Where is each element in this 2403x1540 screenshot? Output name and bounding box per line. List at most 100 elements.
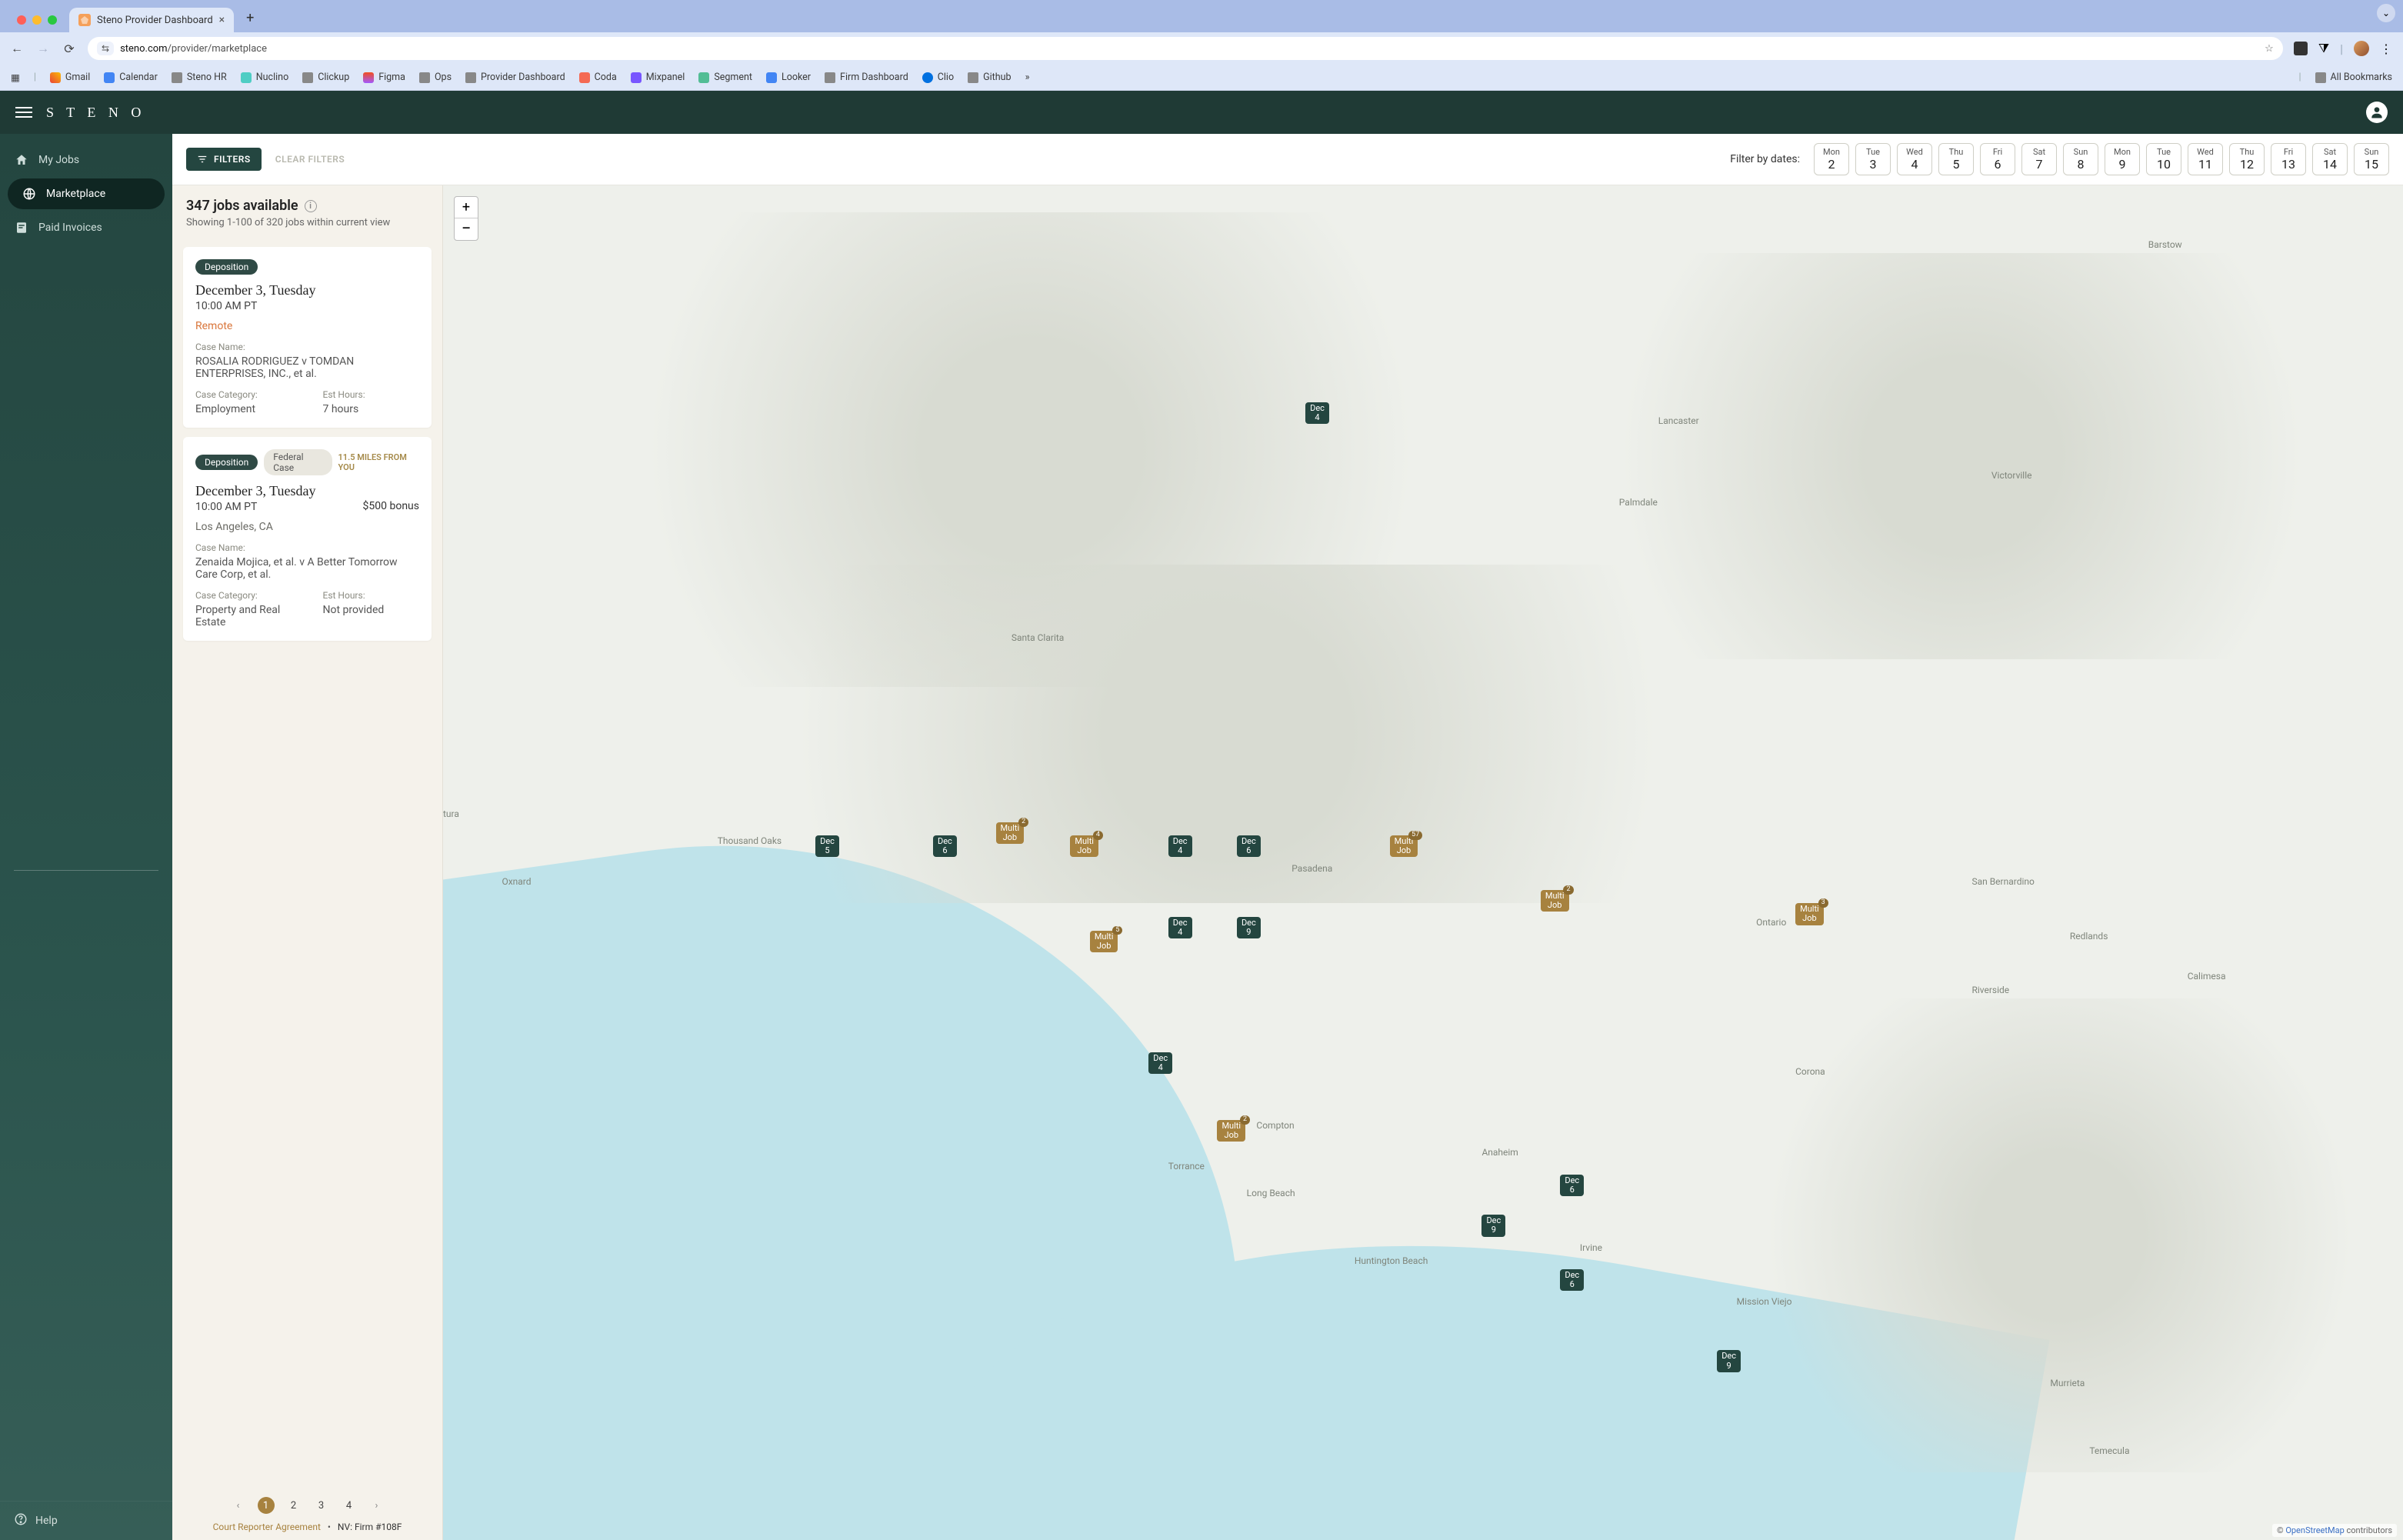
date-pill-12[interactable]: Thu12 [2229, 143, 2265, 175]
bookmark-figma[interactable]: Figma [363, 72, 405, 83]
site-info-icon[interactable]: ⇆ [97, 42, 114, 55]
pin-count-badge: 3 [1818, 898, 1828, 908]
bookmarks-overflow[interactable]: » [1025, 72, 1030, 83]
map-pin-multi-job[interactable]: MultiJob5 [1090, 931, 1118, 952]
bookmark-calendar[interactable]: Calendar [104, 72, 158, 83]
date-pill-5[interactable]: Thu5 [1938, 143, 1974, 175]
pager-page-4[interactable]: 4 [341, 1497, 358, 1514]
window-controls[interactable] [9, 15, 65, 32]
browser-toolbar: ← → ⟳ ⇆ steno.com/provider/marketplace ☆… [0, 32, 2403, 65]
extension-icon[interactable] [2294, 42, 2308, 55]
osm-link[interactable]: OpenStreetMap [2285, 1525, 2344, 1535]
map-pin-date[interactable]: Dec9 [1717, 1350, 1741, 1372]
chrome-menu-icon[interactable]: ⋮ [2380, 42, 2394, 56]
pager-prev[interactable]: ‹ [230, 1497, 247, 1514]
map-pin-multi-job[interactable]: MultiJob3 [1795, 903, 1824, 925]
info-icon[interactable]: i [305, 200, 317, 212]
bookmark-segment[interactable]: Segment [698, 72, 752, 83]
map-pin-multi-job[interactable]: MultiJob4 [1070, 835, 1098, 857]
bookmark-steno-hr[interactable]: Steno HR [172, 72, 227, 83]
date-pill-2[interactable]: Mon2 [1814, 143, 1849, 175]
map-pin-multi-job[interactable]: MultiJob2 [1541, 890, 1569, 912]
date-pill-9[interactable]: Mon9 [2105, 143, 2140, 175]
pager-next[interactable]: › [368, 1497, 385, 1514]
map-pin-date[interactable]: Dec6 [933, 835, 957, 857]
address-bar[interactable]: ⇆ steno.com/provider/marketplace ☆ [88, 37, 2283, 60]
account-icon[interactable] [2366, 102, 2388, 123]
all-bookmarks[interactable]: All Bookmarks [2315, 72, 2393, 83]
date-pill-10[interactable]: Tue10 [2146, 143, 2181, 175]
map-pin-date[interactable]: Dec5 [815, 835, 839, 857]
sidebar-item-my-jobs[interactable]: My Jobs [0, 145, 172, 175]
date-pill-3[interactable]: Tue3 [1855, 143, 1891, 175]
agreement-link[interactable]: Court Reporter Agreement [213, 1522, 321, 1532]
map-pane[interactable]: BarstowLancasterPalmdaleVictorvilleSanta… [443, 185, 2403, 1540]
back-button[interactable]: ← [9, 41, 25, 56]
forward-button: → [35, 41, 51, 56]
date-pill-14[interactable]: Sat14 [2312, 143, 2348, 175]
hours-value: 7 hours [323, 403, 420, 415]
date-pill-7[interactable]: Sat7 [2021, 143, 2057, 175]
date-pill-4[interactable]: Wed4 [1897, 143, 1932, 175]
bookmark-nuclino[interactable]: Nuclino [241, 72, 288, 83]
browser-tab[interactable]: Steno Provider Dashboard × [69, 8, 234, 32]
bookmark-looker[interactable]: Looker [766, 72, 811, 83]
zoom-out-button[interactable]: − [455, 218, 478, 240]
date-pill-8[interactable]: Sun8 [2063, 143, 2098, 175]
map-city-label: Calimesa [2188, 971, 2226, 982]
close-window-icon[interactable] [17, 15, 26, 25]
brand-logo[interactable]: S T E N O [46, 105, 145, 121]
map-pin-date[interactable]: Dec6 [1560, 1175, 1584, 1196]
sidebar-help[interactable]: Help [0, 1501, 172, 1540]
apps-grid-icon[interactable]: ▦ [11, 72, 20, 84]
bookmark-clio[interactable]: Clio [922, 72, 954, 83]
bookmark-star-icon[interactable]: ☆ [2265, 43, 2274, 55]
tab-close-icon[interactable]: × [219, 14, 225, 26]
date-pill-13[interactable]: Fri13 [2271, 143, 2306, 175]
date-pill-6[interactable]: Fri6 [1980, 143, 2015, 175]
bookmark-coda[interactable]: Coda [579, 72, 617, 83]
map-pin-date[interactable]: Dec9 [1481, 1215, 1505, 1236]
sidebar-item-paid-invoices[interactable]: Paid Invoices [0, 212, 172, 243]
filters-button[interactable]: FILTERS [186, 148, 262, 171]
map-pin-date[interactable]: Dec6 [1237, 835, 1261, 857]
map-pin-date[interactable]: Dec4 [1148, 1052, 1172, 1074]
card-list[interactable]: DepositionDecember 3, Tuesday10:00 AM PT… [172, 236, 442, 1488]
clear-filters-button[interactable]: CLEAR FILTERS [275, 154, 345, 165]
chip: Deposition [195, 455, 258, 470]
map-pin-multi-job[interactable]: MultiJob2 [1217, 1120, 1245, 1142]
date-pill-15[interactable]: Sun15 [2354, 143, 2389, 175]
bookmark-clickup[interactable]: Clickup [302, 72, 349, 83]
bookmark-gmail[interactable]: Gmail [50, 72, 90, 83]
map-pin-date[interactable]: Dec6 [1560, 1269, 1584, 1291]
pager-page-3[interactable]: 3 [313, 1497, 330, 1514]
map-pin-multi-job[interactable]: MultiJob2 [996, 822, 1025, 844]
tabs-overflow-button[interactable]: ⌄ [2377, 4, 2395, 22]
map-pin-date[interactable]: Dec9 [1237, 917, 1261, 938]
map-pin-date[interactable]: Dec4 [1168, 917, 1192, 938]
pin-count-badge: 2 [1018, 818, 1028, 827]
extensions-menu-icon[interactable]: ⧩ [2318, 41, 2329, 56]
case-name-label: Case Name: [195, 342, 419, 352]
zoom-in-button[interactable]: + [455, 197, 478, 218]
profile-avatar-icon[interactable] [2354, 41, 2369, 56]
menu-toggle-icon[interactable] [15, 107, 32, 118]
sidebar-item-marketplace[interactable]: Marketplace [8, 178, 165, 209]
pager-page-2[interactable]: 2 [285, 1497, 302, 1514]
bookmark-mixpanel[interactable]: Mixpanel [631, 72, 685, 83]
date-pill-11[interactable]: Wed11 [2188, 143, 2223, 175]
minimize-window-icon[interactable] [32, 15, 42, 25]
new-tab-button[interactable]: + [238, 10, 262, 32]
bookmark-firm-dashboard[interactable]: Firm Dashboard [825, 72, 908, 83]
bookmark-provider-dashboard[interactable]: Provider Dashboard [465, 72, 565, 83]
map-pin-date[interactable]: Dec4 [1168, 835, 1192, 857]
job-card[interactable]: DepositionFederal Case11.5 MILES FROM YO… [183, 437, 432, 641]
map-pin-date[interactable]: Dec4 [1305, 402, 1329, 424]
map-pin-multi-job[interactable]: MultiJob57 [1390, 835, 1418, 857]
bookmark-ops[interactable]: Ops [419, 72, 452, 83]
bookmark-github[interactable]: Github [968, 72, 1011, 83]
maximize-window-icon[interactable] [48, 15, 57, 25]
reload-button[interactable]: ⟳ [62, 42, 77, 56]
pager-page-1[interactable]: 1 [258, 1497, 275, 1514]
job-card[interactable]: DepositionDecember 3, Tuesday10:00 AM PT… [183, 247, 432, 428]
